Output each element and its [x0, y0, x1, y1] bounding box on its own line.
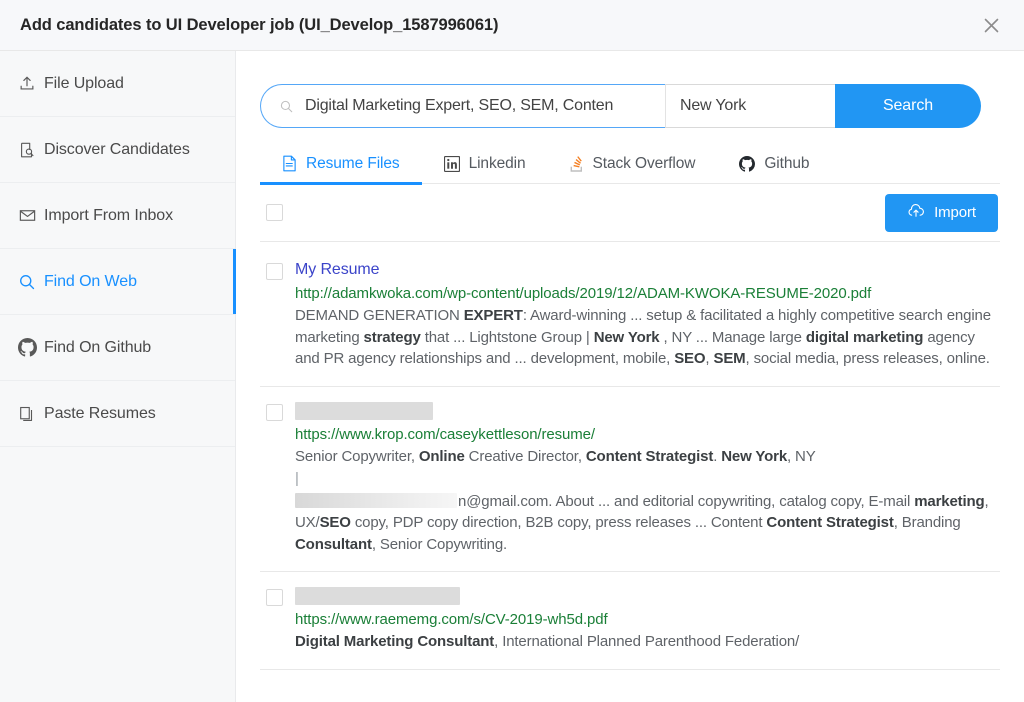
close-icon[interactable] — [976, 10, 1006, 40]
modal-header: Add candidates to UI Developer job (UI_D… — [0, 0, 1024, 51]
location-input[interactable] — [678, 96, 823, 116]
result-checkbox[interactable] — [266, 589, 283, 606]
sidebar-item-label: Paste Resumes — [44, 404, 156, 422]
sidebar-item-paste-resumes[interactable]: Paste Resumes — [0, 381, 235, 447]
result-url[interactable]: http://adamkwoka.com/wp-content/uploads/… — [295, 283, 998, 304]
sidebar-item-find-on-web[interactable]: Find On Web — [0, 249, 236, 315]
tab-label: Linkedin — [468, 154, 526, 172]
sidebar: File Upload Discover Candidates Import F… — [0, 51, 236, 702]
sidebar-item-label: File Upload — [44, 74, 124, 92]
search-bar: Search — [260, 84, 1000, 128]
sidebar-item-file-upload[interactable]: File Upload — [0, 51, 235, 117]
sidebar-item-label: Find On Web — [44, 272, 137, 290]
result-title[interactable] — [295, 401, 433, 421]
search-input[interactable] — [297, 96, 657, 116]
result-snippet: Digital Marketing Consultant, Internatio… — [295, 633, 800, 650]
select-all-checkbox[interactable] — [266, 204, 283, 221]
magnifier-icon — [279, 99, 297, 114]
sidebar-item-import-from-inbox[interactable]: Import From Inbox — [0, 183, 235, 249]
result-header — [266, 586, 998, 606]
tab-label: Github — [764, 154, 810, 172]
result-checkbox[interactable] — [266, 403, 283, 421]
location-wrapper — [665, 84, 835, 128]
tab-resume-files[interactable]: Resume Files — [260, 144, 422, 185]
result-title[interactable]: My Resume — [295, 260, 380, 280]
stackoverflow-icon — [570, 155, 584, 172]
tab-github[interactable]: Github — [717, 144, 831, 184]
copy-icon — [18, 405, 44, 423]
modal-title: Add candidates to UI Developer job (UI_D… — [20, 15, 499, 34]
sidebar-filler — [0, 447, 235, 702]
source-tabs: Resume Files Linkedin Stack Overflow Git… — [260, 144, 1000, 185]
result-snippet-continued: n@gmail.com. About ... and editorial cop… — [295, 491, 998, 556]
result-header: My Resume — [266, 260, 998, 280]
result-header — [266, 401, 998, 421]
upload-icon — [18, 75, 44, 93]
result-snippet: Senior Copywriter, Online Creative Direc… — [295, 447, 816, 465]
document-search-icon — [18, 141, 44, 159]
import-button[interactable]: Import — [885, 193, 998, 232]
result-item: My Resume http://adamkwoka.com/wp-conten… — [260, 246, 1000, 387]
result-checkbox[interactable] — [266, 263, 283, 280]
search-button[interactable]: Search — [835, 84, 981, 128]
tab-label: Resume Files — [306, 154, 400, 172]
add-candidates-modal: Add candidates to UI Developer job (UI_D… — [0, 0, 1024, 702]
tab-stack-overflow[interactable]: Stack Overflow — [548, 144, 718, 184]
cloud-upload-icon — [907, 203, 925, 222]
result-url[interactable]: https://www.raememg.com/s/CV-2019-wh5d.p… — [295, 609, 998, 630]
result-item: https://www.krop.com/caseykettleson/resu… — [260, 387, 1000, 572]
results-toolbar: Import — [260, 184, 1000, 242]
github-icon — [739, 155, 756, 172]
result-title[interactable] — [295, 586, 460, 606]
redacted-title — [295, 587, 460, 606]
result-snippet-divider: | — [295, 470, 299, 487]
github-icon — [18, 338, 44, 357]
redacted-title — [295, 401, 433, 420]
search-query-wrapper — [260, 84, 665, 128]
tab-label: Stack Overflow — [592, 154, 696, 172]
results-list: My Resume http://adamkwoka.com/wp-conten… — [260, 242, 1000, 670]
content-panel: Search Resume Files Linkedin — [236, 51, 1024, 702]
result-item: https://www.raememg.com/s/CV-2019-wh5d.p… — [260, 572, 1000, 670]
envelope-icon — [18, 206, 44, 225]
sidebar-item-find-on-github[interactable]: Find On Github — [0, 315, 235, 381]
sidebar-item-discover-candidates[interactable]: Discover Candidates — [0, 117, 235, 183]
search-icon — [18, 273, 44, 291]
sidebar-item-label: Find On Github — [44, 338, 152, 356]
result-url[interactable]: https://www.krop.com/caseykettleson/resu… — [295, 424, 998, 445]
import-label: Import — [934, 204, 976, 221]
result-snippet: DEMAND GENERATION EXPERT: Award-winning … — [295, 307, 991, 367]
sidebar-item-label: Discover Candidates — [44, 140, 190, 158]
file-icon — [282, 155, 297, 172]
tab-linkedin[interactable]: Linkedin — [422, 144, 548, 184]
redacted-email — [295, 492, 457, 508]
modal-body: File Upload Discover Candidates Import F… — [0, 51, 1024, 702]
sidebar-item-label: Import From Inbox — [44, 206, 174, 224]
linkedin-icon — [443, 155, 460, 172]
